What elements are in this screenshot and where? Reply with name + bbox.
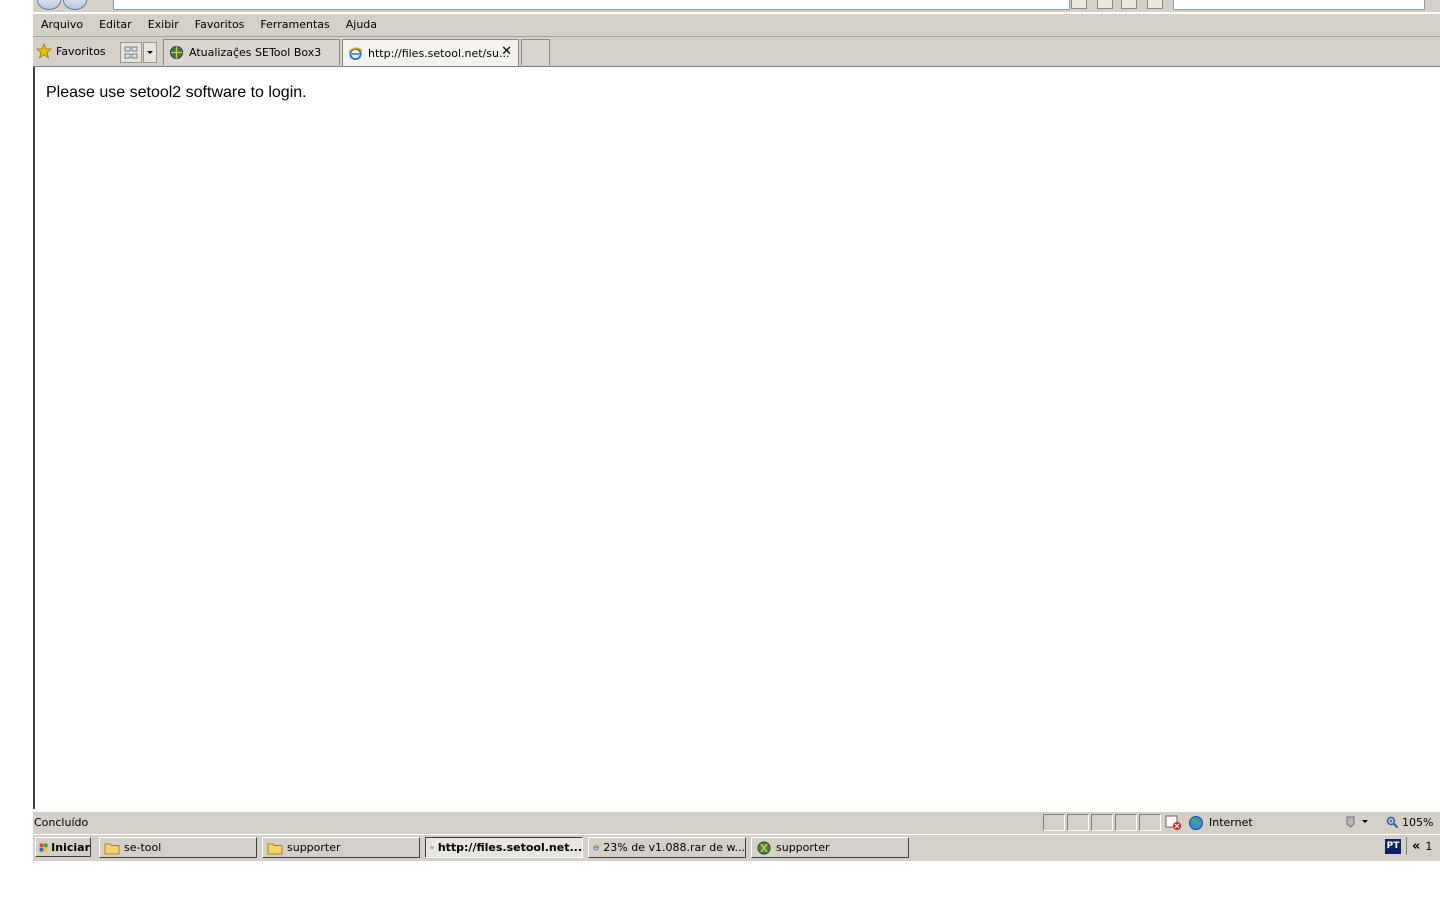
ie-icon xyxy=(430,845,434,850)
status-pane xyxy=(1067,814,1089,831)
back-button[interactable] xyxy=(37,0,61,10)
compat-view-button[interactable] xyxy=(1071,0,1087,9)
taskbar-button-label: http://files.setool.net... xyxy=(437,841,582,854)
new-tab-button[interactable] xyxy=(521,39,550,65)
tab-setool-box3[interactable]: Atualizaç̂es SETool Box3 xyxy=(163,39,340,65)
chevron-down-icon xyxy=(147,51,153,54)
status-pane xyxy=(1043,814,1065,831)
folder-icon xyxy=(267,843,283,854)
refresh-button[interactable] xyxy=(1097,0,1113,9)
stop-button[interactable] xyxy=(1147,0,1163,9)
taskbar-button-supporter-folder[interactable]: supporter xyxy=(262,837,420,858)
favorites-button[interactable]: Favoritos xyxy=(36,41,106,61)
status-bar: Concluído Internet 105% xyxy=(33,811,1440,834)
zoom-level: 105% xyxy=(1402,816,1434,829)
taskbar: Iniciar se-tool supporter http://files.s… xyxy=(33,834,1440,861)
taskbar-button-files-setool[interactable]: http://files.setool.net... xyxy=(425,837,583,858)
globe-icon xyxy=(1189,815,1203,830)
ie-icon xyxy=(593,844,600,851)
taskbar-button-se-tool[interactable]: se-tool xyxy=(99,837,257,858)
security-zone[interactable]: Internet xyxy=(1188,814,1253,831)
menu-bar: Arquivo Editar Exibir Favoritos Ferramen… xyxy=(33,13,1440,37)
status-pane xyxy=(1091,814,1113,831)
status-text: Concluído xyxy=(34,816,89,829)
quick-tabs-button[interactable] xyxy=(120,42,142,63)
star-icon xyxy=(36,43,52,59)
login-message: Please use setool2 software to login. xyxy=(46,84,307,101)
favorites-label: Favoritos xyxy=(56,44,106,58)
menu-ferramentas[interactable]: Ferramentas xyxy=(252,15,337,35)
start-button[interactable]: Iniciar xyxy=(35,837,91,857)
zone-label: Internet xyxy=(1209,816,1253,829)
tab-files-setool[interactable]: http://files.setool.net/su... ✕ xyxy=(342,39,519,66)
search-input[interactable] xyxy=(1173,0,1425,10)
magnifier-icon xyxy=(1386,816,1399,829)
tab-bar: Favoritos Atualizaç̂es SETool Box3 http:… xyxy=(33,37,1440,67)
tab-list-button[interactable] xyxy=(143,42,157,63)
zoom-control[interactable]: 105% xyxy=(1386,814,1433,831)
tab-title: Atualizaç̂es SETool Box3 xyxy=(189,46,322,59)
status-pane xyxy=(1139,814,1161,831)
globe-icon xyxy=(169,45,184,60)
menu-favoritos[interactable]: Favoritos xyxy=(187,15,253,35)
menu-arquivo[interactable]: Arquivo xyxy=(33,15,91,35)
menu-editar[interactable]: Editar xyxy=(91,15,140,35)
page-content: Please use setool2 software to login. xyxy=(33,67,1440,809)
taskbar-button-download[interactable]: 23% de v1.088.rar de w... xyxy=(588,837,746,858)
app-icon xyxy=(757,841,771,854)
tray-expand-icon[interactable]: « xyxy=(1412,839,1420,854)
taskbar-button-label: se-tool xyxy=(124,841,162,854)
protected-mode[interactable] xyxy=(1343,814,1379,831)
shield-lock-icon xyxy=(1346,816,1368,828)
folder-icon xyxy=(104,843,120,854)
language-indicator[interactable]: PT xyxy=(1385,838,1401,854)
start-label: Iniciar xyxy=(51,840,90,854)
taskbar-button-supporter-app[interactable]: supporter xyxy=(751,837,909,858)
popup-blocked-icon[interactable] xyxy=(1165,815,1183,831)
address-toolbar xyxy=(33,0,1440,12)
status-pane xyxy=(1115,814,1137,831)
taskbar-button-label: supporter xyxy=(776,841,830,854)
forward-button[interactable] xyxy=(63,0,87,10)
close-icon[interactable]: ✕ xyxy=(501,44,512,59)
menu-ajuda[interactable]: Ajuda xyxy=(338,15,385,35)
address-input[interactable] xyxy=(113,0,1070,10)
tab-title: http://files.setool.net/su... xyxy=(368,46,510,60)
refresh-icon[interactable] xyxy=(1121,0,1137,9)
tray-divider xyxy=(1406,837,1407,855)
windows-logo-icon xyxy=(39,843,48,851)
taskbar-button-label: supporter xyxy=(287,841,341,854)
grid-icon xyxy=(124,46,138,59)
system-tray: PT « 1 xyxy=(1385,837,1432,855)
ie-icon xyxy=(348,46,363,60)
clock: 1 xyxy=(1425,839,1433,853)
taskbar-button-label: 23% de v1.088.rar de w... xyxy=(603,841,745,854)
menu-exibir[interactable]: Exibir xyxy=(140,15,187,35)
